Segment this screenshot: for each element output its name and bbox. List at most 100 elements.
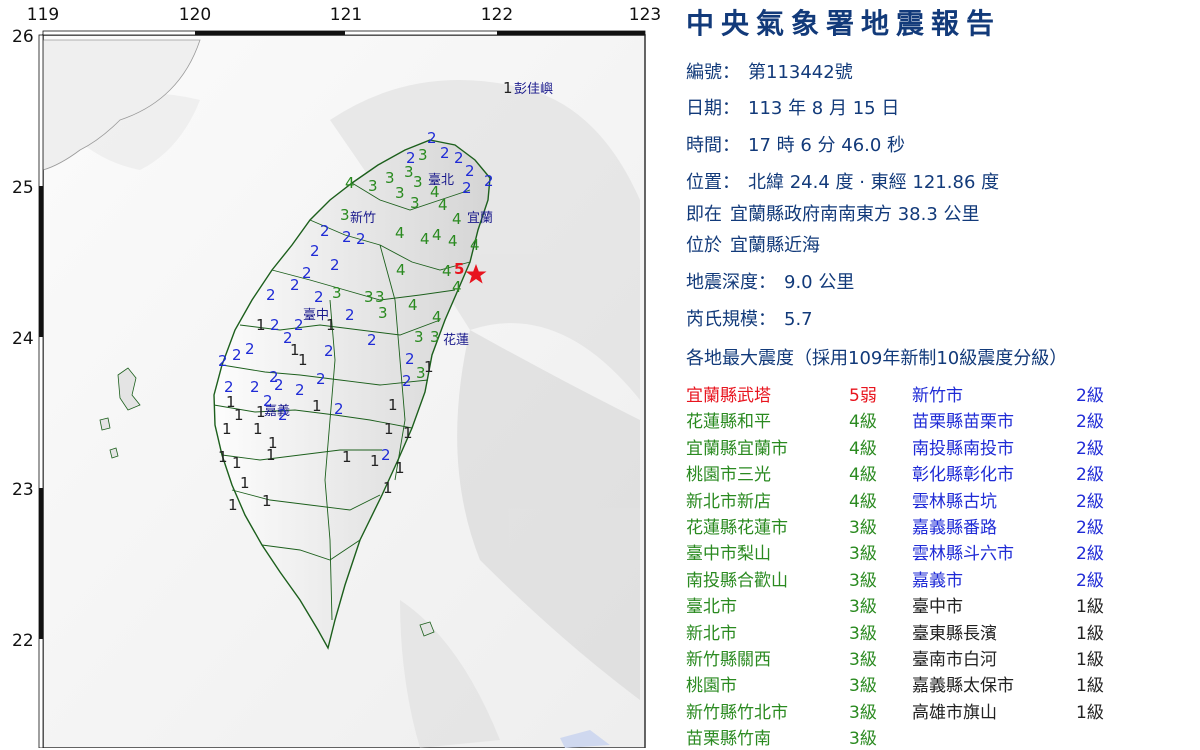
lat-label-25: 25: [12, 178, 34, 198]
station-name: 新北市: [686, 623, 737, 644]
station-level: 4級: [849, 438, 877, 459]
report-time-line: 時間： 17 時 6 分 46.0 秒: [686, 131, 913, 157]
station-row: 苗栗縣竹南 3級: [686, 724, 906, 750]
station-intensity-marker: 2: [218, 352, 228, 370]
station-name: 臺東縣長濱: [912, 623, 997, 644]
report-number-label: 編號：: [686, 62, 740, 83]
station-row: 南投縣合歡山 3級: [686, 566, 906, 592]
station-intensity-marker: 4: [345, 174, 355, 192]
station-name: 雲林縣古坑: [912, 491, 997, 512]
station-name: 新竹縣關西: [686, 650, 771, 670]
lat-label-24: 24: [12, 329, 34, 349]
station-intensity-marker: 2: [274, 376, 284, 394]
station-intensity-marker: 2: [462, 179, 472, 197]
station-intensity-marker: 2: [320, 222, 330, 240]
station-name: 南投縣合歡山: [686, 570, 788, 591]
report-relative-value: 宜蘭縣政府南南東方 38.3 公里: [730, 204, 980, 225]
station-row: 雲林縣古坑 2級: [912, 487, 1122, 513]
station-row: 桃園市 3級: [686, 671, 906, 697]
station-intensity-marker: 1: [228, 496, 238, 514]
station-intensity-marker: 1: [240, 474, 250, 492]
station-level: 1級: [1076, 676, 1104, 697]
station-intensity-marker: 2: [294, 316, 304, 334]
station-intensity-marker: 3: [416, 364, 426, 382]
station-intensity-marker: 2: [334, 400, 344, 418]
station-level: 2級: [1076, 491, 1104, 512]
station-intensity-marker: 2: [330, 256, 340, 274]
station-intensity-marker: 4: [408, 296, 418, 314]
station-row: 雲林縣斗六市 2級: [912, 539, 1122, 565]
station-name: 臺中市: [912, 597, 963, 618]
station-intensity-marker: 4: [395, 224, 405, 242]
station-intensity-marker: 3: [368, 177, 378, 195]
station-level: 3級: [849, 597, 877, 618]
report-date-line: 日期： 113 年 8 月 15 日: [686, 94, 907, 120]
station-name: 新竹市: [912, 386, 963, 406]
station-intensity-marker: 1: [383, 479, 393, 497]
station-intensity-marker: 1: [342, 448, 352, 466]
station-row: 臺南市白河 1級: [912, 645, 1122, 671]
station-name: 臺南市白河: [912, 650, 997, 670]
station-level: 2級: [1076, 570, 1104, 591]
report-magnitude-line: 芮氏規模： 5.7: [686, 305, 821, 331]
lat-label-23: 23: [12, 480, 34, 500]
report-time-value: 17 時 6 分 46.0 秒: [748, 135, 906, 156]
lon-label-119: 119: [27, 5, 59, 25]
station-intensity-marker: 1: [232, 454, 242, 472]
station-intensity-marker: 1: [403, 424, 413, 442]
lon-label-120: 120: [179, 5, 211, 25]
station-name: 桃園市: [686, 676, 737, 697]
station-name: 彰化縣彰化市: [912, 465, 1014, 486]
station-level: 3級: [849, 623, 877, 644]
map-canvas: 119 120 121 122 123 26 25 24 23 22 彭佳嶼 臺…: [12, 5, 660, 748]
station-intensity-marker: 2: [367, 331, 377, 349]
station-intensity-marker: 4: [432, 226, 442, 244]
station-intensity-marker: 1: [253, 420, 263, 438]
station-row: 臺北市 3級: [686, 592, 906, 618]
report-relative-line: 即在 宜蘭縣政府南南東方 38.3 公里: [686, 200, 988, 226]
station-row: 新竹縣關西 3級: [686, 645, 906, 671]
station-level: 2級: [1076, 412, 1104, 433]
place-yilan: 宜蘭: [467, 210, 493, 226]
station-row: 宜蘭縣宜蘭市 4級: [686, 434, 906, 460]
lat-label-26: 26: [12, 27, 34, 47]
station-intensity-marker: 2: [342, 228, 352, 246]
station-row: 桃園市三光 4級: [686, 460, 906, 486]
lon-label-123: 123: [629, 5, 660, 25]
station-level: 4級: [849, 412, 877, 433]
station-intensity-marker: 2: [381, 446, 391, 464]
station-intensity-marker: 2: [356, 230, 366, 248]
station-intensity-marker: 2: [484, 172, 494, 190]
report-depth-line: 地震深度： 9.0 公里: [686, 268, 862, 294]
station-intensity-marker: 2: [290, 276, 300, 294]
station-intensity-marker: 1: [298, 351, 308, 369]
station-intensity-marker: 1: [395, 459, 405, 477]
station-row: 花蓮縣花蓮市 3級: [686, 513, 906, 539]
station-row: 花蓮縣和平 4級: [686, 407, 906, 433]
report-magnitude-value: 5.7: [784, 309, 813, 330]
lon-label-121: 121: [330, 5, 362, 25]
station-intensity-marker: 2: [314, 288, 324, 306]
station-intensity-marker: 2: [324, 342, 334, 360]
station-name: 嘉義縣番路: [912, 518, 997, 538]
station-intensity-marker: 3: [410, 194, 420, 212]
report-area-value: 宜蘭縣近海: [730, 235, 820, 256]
station-row: 南投縣南投市 2級: [912, 434, 1122, 460]
report-relative-label: 即在: [686, 204, 722, 225]
report-number-value: 第113442號: [748, 62, 853, 83]
station-level: 4級: [849, 491, 877, 512]
station-level: 2級: [1076, 544, 1104, 565]
report-position-label: 位置：: [686, 172, 740, 193]
station-name: 南投縣南投市: [912, 438, 1014, 459]
station-row: 嘉義市 2級: [912, 566, 1122, 592]
station-intensity-marker: 3: [378, 304, 388, 322]
station-row: 新北市新店 4級: [686, 487, 906, 513]
station-row: 嘉義縣太保市 1級: [912, 671, 1122, 697]
report-magnitude-label: 芮氏規模：: [686, 309, 776, 330]
station-row: 宜蘭縣武塔 5弱: [686, 381, 906, 407]
intensity-heading: 各地最大震度（採用109年新制10級震度分級）: [686, 348, 1068, 369]
station-intensity-marker: 2: [345, 306, 355, 324]
station-intensity-marker: 2: [266, 286, 276, 304]
report-number-line: 編號： 第113442號: [686, 58, 861, 84]
station-intensity-marker: 4: [420, 230, 430, 248]
